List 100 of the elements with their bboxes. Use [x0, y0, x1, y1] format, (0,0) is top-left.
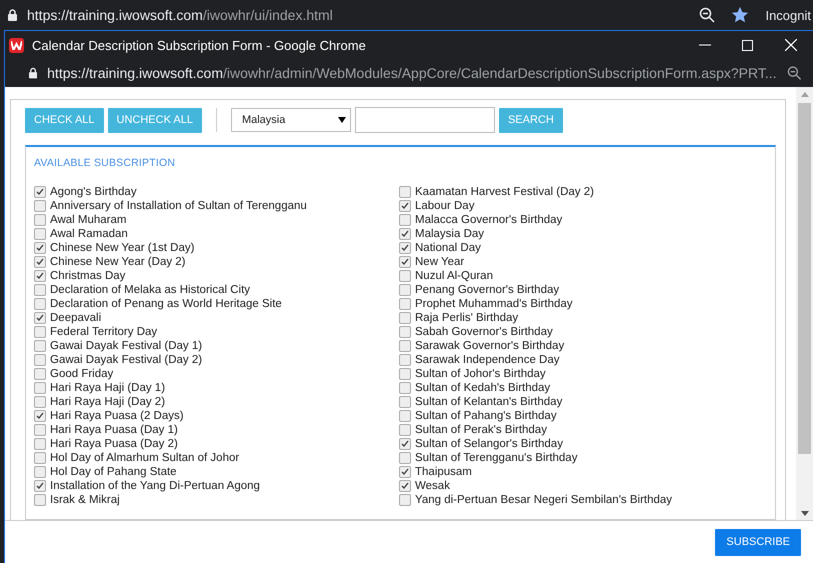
- checkbox-label[interactable]: Awal Muharam: [50, 214, 126, 226]
- checkbox[interactable]: [34, 298, 46, 310]
- checkbox-label[interactable]: Anniversary of Installation of Sultan of Terengganu: [50, 200, 307, 212]
- checkbox-label[interactable]: Chinese New Year (1st Day): [50, 242, 194, 254]
- checkbox[interactable]: [34, 368, 46, 380]
- checkbox[interactable]: [399, 452, 411, 464]
- checkbox-label[interactable]: Wesak: [415, 480, 450, 492]
- checkbox-label[interactable]: Raja Perlis' Birthday: [415, 312, 518, 324]
- checkbox-label[interactable]: Penang Governor's Birthday: [415, 284, 560, 296]
- checkbox[interactable]: [34, 214, 46, 226]
- checkbox-label[interactable]: Federal Territory Day: [50, 326, 158, 338]
- checkbox[interactable]: [34, 270, 46, 282]
- checkbox-label[interactable]: Christmas Day: [50, 270, 126, 282]
- checkbox[interactable]: [34, 228, 46, 240]
- checkbox-label[interactable]: Israk & Mikraj: [50, 494, 120, 506]
- checkbox-label[interactable]: Hol Day of Pahang State: [50, 466, 177, 478]
- checkbox-label[interactable]: Nuzul Al-Quran: [415, 270, 493, 282]
- checkbox-label[interactable]: Malacca Governor's Birthday: [415, 214, 562, 226]
- scroll-down-icon[interactable]: [800, 510, 808, 516]
- checkbox[interactable]: [399, 200, 411, 212]
- country-select[interactable]: Malaysia: [230, 108, 351, 132]
- checkbox-label[interactable]: Awal Ramadan: [50, 228, 128, 240]
- checkbox-label[interactable]: Sabah Governor's Birthday: [415, 326, 553, 338]
- checkbox-label[interactable]: Sultan of Kelantan's Birthday: [415, 396, 562, 408]
- close-icon[interactable]: [785, 39, 798, 51]
- checkbox[interactable]: [34, 256, 46, 268]
- checkbox[interactable]: [399, 382, 411, 394]
- checkbox[interactable]: [399, 494, 411, 506]
- checkbox[interactable]: [34, 396, 46, 408]
- checkbox[interactable]: [34, 466, 46, 478]
- checkbox-label[interactable]: Thaipusam: [415, 466, 472, 478]
- checkbox-label[interactable]: Agong's Birthday: [50, 186, 137, 198]
- subscribe-button[interactable]: SUBSCRIBE: [715, 528, 801, 556]
- checkbox-label[interactable]: Sultan of Selangor's Birthday: [415, 438, 563, 450]
- checkbox[interactable]: [399, 256, 411, 268]
- profile-label[interactable]: Incognit: [765, 8, 811, 22]
- checkbox[interactable]: [399, 410, 411, 422]
- checkbox-label[interactable]: Hari Raya Haji (Day 2): [50, 396, 166, 408]
- checkbox[interactable]: [399, 214, 411, 226]
- checkbox-label[interactable]: Sarawak Governor's Birthday: [415, 340, 564, 352]
- checkbox-label[interactable]: Gawai Dayak Festival (Day 1): [50, 340, 202, 352]
- checkbox[interactable]: [399, 396, 411, 408]
- checkbox[interactable]: [34, 354, 46, 366]
- checkbox-label[interactable]: Labour Day: [415, 200, 474, 212]
- checkbox-label[interactable]: Sultan of Kedah's Birthday: [415, 382, 550, 394]
- checkbox-label[interactable]: Sultan of Perak's Birthday: [415, 424, 547, 436]
- scrollbar[interactable]: [796, 87, 813, 520]
- checkbox-label[interactable]: Prophet Muhammad's Birthday: [415, 298, 573, 310]
- checkbox-label[interactable]: Installation of the Yang Di-Pertuan Agong: [50, 480, 260, 492]
- checkbox-label[interactable]: National Day: [415, 242, 481, 254]
- checkbox[interactable]: [399, 354, 411, 366]
- zoom-icon[interactable]: [786, 65, 801, 81]
- checkbox[interactable]: [34, 186, 46, 198]
- checkbox[interactable]: [399, 368, 411, 380]
- checkbox[interactable]: [399, 312, 411, 324]
- star-icon[interactable]: [731, 6, 750, 24]
- checkbox-label[interactable]: Sultan of Johor's Birthday: [415, 368, 546, 380]
- zoom-icon[interactable]: [699, 7, 716, 23]
- checkbox[interactable]: [399, 326, 411, 338]
- checkbox[interactable]: [34, 424, 46, 436]
- checkbox-label[interactable]: Declaration of Penang as World Heritage Site: [50, 298, 282, 310]
- checkbox-label[interactable]: New Year: [415, 256, 464, 268]
- checkbox-label[interactable]: Chinese New Year (Day 2): [50, 256, 186, 268]
- checkbox[interactable]: [399, 270, 411, 282]
- checkbox-label[interactable]: Sarawak Independence Day: [415, 354, 560, 366]
- checkbox[interactable]: [399, 284, 411, 296]
- checkbox[interactable]: [34, 452, 46, 464]
- checkbox[interactable]: [34, 340, 46, 352]
- checkbox[interactable]: [399, 340, 411, 352]
- checkbox[interactable]: [34, 200, 46, 212]
- checkbox[interactable]: [34, 480, 46, 492]
- checkbox-label[interactable]: Yang di-Pertuan Besar Negeri Sembilan's Birthday: [415, 494, 672, 506]
- checkbox[interactable]: [34, 494, 46, 506]
- checkbox[interactable]: [34, 284, 46, 296]
- checkbox[interactable]: [34, 410, 46, 422]
- checkbox-label[interactable]: Hari Raya Puasa (2 Days): [50, 410, 184, 422]
- search-field[interactable]: [354, 107, 495, 133]
- checkbox-label[interactable]: Hari Raya Puasa (Day 1): [50, 424, 178, 436]
- checkbox[interactable]: [399, 438, 411, 450]
- checkbox[interactable]: [34, 326, 46, 338]
- checkbox[interactable]: [34, 242, 46, 254]
- checkbox[interactable]: [399, 186, 411, 198]
- checkbox-label[interactable]: Declaration of Melaka as Historical City: [50, 284, 250, 296]
- checkbox[interactable]: [399, 228, 411, 240]
- scroll-up-icon[interactable]: [800, 92, 808, 96]
- minimize-icon[interactable]: [698, 44, 711, 46]
- checkbox-label[interactable]: Gawai Dayak Festival (Day 2): [50, 354, 202, 366]
- checkbox[interactable]: [34, 438, 46, 450]
- checkbox-label[interactable]: Good Friday: [50, 368, 114, 380]
- address-url[interactable]: https://training.iwowsoft.com/iwowhr/ui/index.html: [27, 7, 690, 23]
- checkbox-label[interactable]: Sultan of Pahang's Birthday: [415, 410, 557, 422]
- checkbox[interactable]: [399, 466, 411, 478]
- checkbox[interactable]: [399, 480, 411, 492]
- checkbox-label[interactable]: Sultan of Terengganu's Birthday: [415, 452, 578, 464]
- checkbox[interactable]: [399, 298, 411, 310]
- checkbox[interactable]: [34, 382, 46, 394]
- checkbox-label[interactable]: Hol Day of Almarhum Sultan of Johor: [50, 452, 240, 464]
- checkbox[interactable]: [399, 424, 411, 436]
- maximize-icon[interactable]: [742, 40, 754, 50]
- checkbox-label[interactable]: Hari Raya Puasa (Day 2): [50, 438, 178, 450]
